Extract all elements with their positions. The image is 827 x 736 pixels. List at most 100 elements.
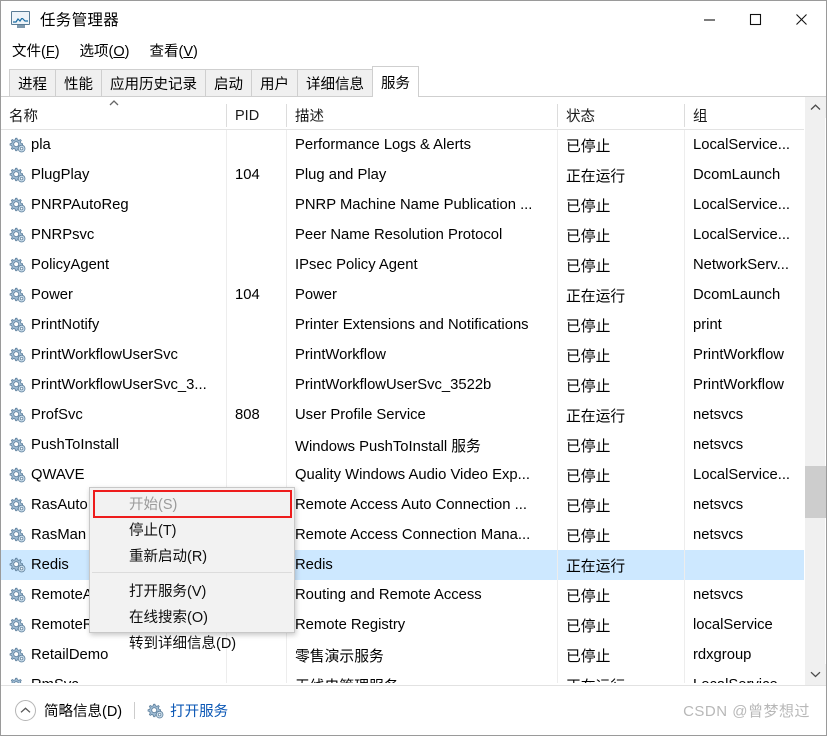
table-row[interactable]: PrintWorkflowUserSvc_3... PrintWorkflowUs… xyxy=(1,370,804,400)
cell-description: PrintWorkflowUserSvc_3522b xyxy=(287,370,557,400)
table-row[interactable]: ProfSvc 808 User Profile Service 正在运行 netsvc… xyxy=(1,400,804,430)
cell-text: 已停止 xyxy=(566,348,611,365)
table-row[interactable]: PolicyAgent IPsec Policy Agent 已停止 NetworkS… xyxy=(1,250,804,280)
tab-性能[interactable]: 性能 xyxy=(55,69,102,97)
cell-status: 正在运行 xyxy=(558,550,684,580)
cell-name: PNRPsvc xyxy=(1,220,226,250)
cell-text: 已停止 xyxy=(566,648,611,665)
cell-text: PrintWorkflow xyxy=(295,347,386,363)
table-row[interactable]: PrintNotify Printer Extensions and Notifi… xyxy=(1,310,804,340)
column-header-group[interactable]: 组 xyxy=(685,102,804,129)
close-button[interactable] xyxy=(778,4,824,34)
cell-text: 104 xyxy=(235,287,260,303)
column-header-description[interactable]: 描述 xyxy=(287,102,557,129)
scroll-down-button[interactable] xyxy=(805,664,826,685)
cell-pid xyxy=(227,130,286,160)
menu-item-file[interactable]: 文件(F) xyxy=(3,38,69,63)
context-menu-item-label: 转到详细信息(D) xyxy=(129,635,237,652)
column-header-name[interactable]: 名称 xyxy=(1,102,226,129)
chevron-up-icon xyxy=(810,104,821,110)
vertical-scrollbar[interactable] xyxy=(804,97,826,685)
cell-group: netsvcs xyxy=(685,400,804,430)
cell-text: localService xyxy=(693,617,773,633)
menu-item-options[interactable]: 选项(O) xyxy=(71,38,139,63)
table-row[interactable]: PlugPlay 104 Plug and Play 正在运行 DcomLaunch xyxy=(1,160,804,190)
cell-text: LocalService... xyxy=(693,137,791,153)
service-gear-icon xyxy=(9,167,26,183)
chevron-down-icon xyxy=(810,671,821,678)
cell-text: Redis xyxy=(295,557,333,573)
table-row[interactable]: PrintWorkflowUserSvc PrintWorkflow 已停止 Prin… xyxy=(1,340,804,370)
service-context-menu[interactable]: 开始(S) 停止(T) 重新启动(R) 打开服务(V) 在线搜索(O) 转到详细信息(D) xyxy=(89,487,295,652)
cell-description: Printer Extensions and Notifications xyxy=(287,310,557,340)
column-resize-handle[interactable] xyxy=(226,104,227,127)
context-menu-item-在线搜索(O)[interactable]: 在线搜索(O) xyxy=(90,603,294,629)
cell-text: 正在运行 xyxy=(566,408,626,425)
tab-详细信息[interactable]: 详细信息 xyxy=(297,69,373,97)
cell-text: Remote Access Connection Mana... xyxy=(295,527,531,543)
cell-description: Redis xyxy=(287,550,557,580)
column-header-status[interactable]: 状态 xyxy=(558,102,684,129)
table-row[interactable]: pla Performance Logs & Alerts 已停止 LocalServ… xyxy=(1,130,804,160)
window-controls xyxy=(686,4,824,34)
cell-name: RmSvc xyxy=(1,670,226,683)
context-menu-item-label: 停止(T) xyxy=(129,522,177,539)
maximize-button[interactable] xyxy=(732,4,778,34)
cell-description: Power xyxy=(287,280,557,310)
cell-pid xyxy=(227,220,286,250)
cell-text: PlugPlay xyxy=(31,167,90,183)
table-row[interactable]: Power 104 Power 正在运行 DcomLaunch xyxy=(1,280,804,310)
service-gear-icon xyxy=(9,227,26,243)
column-resize-handle[interactable] xyxy=(684,104,685,127)
cell-description: User Profile Service xyxy=(287,400,557,430)
tab-应用历史记录[interactable]: 应用历史记录 xyxy=(101,69,206,97)
scrollbar-thumb[interactable] xyxy=(805,466,826,518)
menu-item-view[interactable]: 查看(V) xyxy=(141,38,207,63)
cell-group: NetworkServ... xyxy=(685,250,804,280)
service-gear-icon xyxy=(9,677,26,683)
task-manager-window: 任务管理器 文件(F) 选项(O) 查看(V) 进程 性能 应用历史记录 启动 用户 详细信息… xyxy=(0,0,827,736)
cell-status: 已停止 xyxy=(558,460,684,490)
table-header: 名称 PID 描述 状态 组 xyxy=(1,100,804,129)
cell-description: Remote Access Connection Mana... xyxy=(287,520,557,550)
fewer-details-button[interactable]: 简略信息(D) xyxy=(15,700,122,721)
tab-用户[interactable]: 用户 xyxy=(251,69,298,97)
scroll-up-button[interactable] xyxy=(805,97,826,118)
cell-status: 已停止 xyxy=(558,430,684,460)
cell-group: netsvcs xyxy=(685,580,804,610)
cell-name: PNRPAutoReg xyxy=(1,190,226,220)
cell-group: DcomLaunch xyxy=(685,160,804,190)
cell-text: netsvcs xyxy=(693,527,744,543)
title-bar: 任务管理器 xyxy=(1,1,826,37)
table-row[interactable]: PushToInstall Windows PushToInstall 服务 已停止… xyxy=(1,430,804,460)
cell-description: 零售演示服务 xyxy=(287,640,557,670)
column-resize-handle[interactable] xyxy=(286,104,287,127)
table-row[interactable]: PNRPsvc Peer Name Resolution Protocol 已停止 L… xyxy=(1,220,804,250)
context-menu-item-转到详细信息(D)[interactable]: 转到详细信息(D) xyxy=(90,629,294,655)
table-row[interactable]: PNRPAutoReg PNRP Machine Name Publication… xyxy=(1,190,804,220)
context-menu-item-重新启动(R)[interactable]: 重新启动(R) xyxy=(90,542,294,568)
context-menu-item-打开服务(V)[interactable]: 打开服务(V) xyxy=(90,577,294,603)
cell-text: NetworkServ... xyxy=(693,257,789,273)
tab-label: 详细信息 xyxy=(306,77,364,93)
cell-pid: 104 xyxy=(227,160,286,190)
cell-description: Quality Windows Audio Video Exp... xyxy=(287,460,557,490)
minimize-button[interactable] xyxy=(686,4,732,34)
table-row[interactable]: RmSvc 无线电管理服务 正在运行 LocalService... xyxy=(1,670,804,683)
cell-status: 已停止 xyxy=(558,310,684,340)
open-services-link[interactable]: 打开服务 xyxy=(147,700,228,721)
column-resize-handle[interactable] xyxy=(557,104,558,127)
cell-text: Quality Windows Audio Video Exp... xyxy=(295,467,530,483)
cell-group: netsvcs xyxy=(685,520,804,550)
tab-进程[interactable]: 进程 xyxy=(9,69,56,97)
context-menu-item-停止(T)[interactable]: 停止(T) xyxy=(90,516,294,542)
table-row[interactable]: QWAVE Quality Windows Audio Video Exp... 已… xyxy=(1,460,804,490)
window-title: 任务管理器 xyxy=(40,12,120,29)
column-header-pid[interactable]: PID xyxy=(227,102,286,129)
cell-text: PNRPAutoReg xyxy=(31,197,129,213)
cell-pid: 104 xyxy=(227,280,286,310)
tab-服务[interactable]: 服务 xyxy=(372,66,419,97)
cell-description: PrintWorkflow xyxy=(287,340,557,370)
tab-启动[interactable]: 启动 xyxy=(205,69,252,97)
cell-text: 已停止 xyxy=(566,378,611,395)
